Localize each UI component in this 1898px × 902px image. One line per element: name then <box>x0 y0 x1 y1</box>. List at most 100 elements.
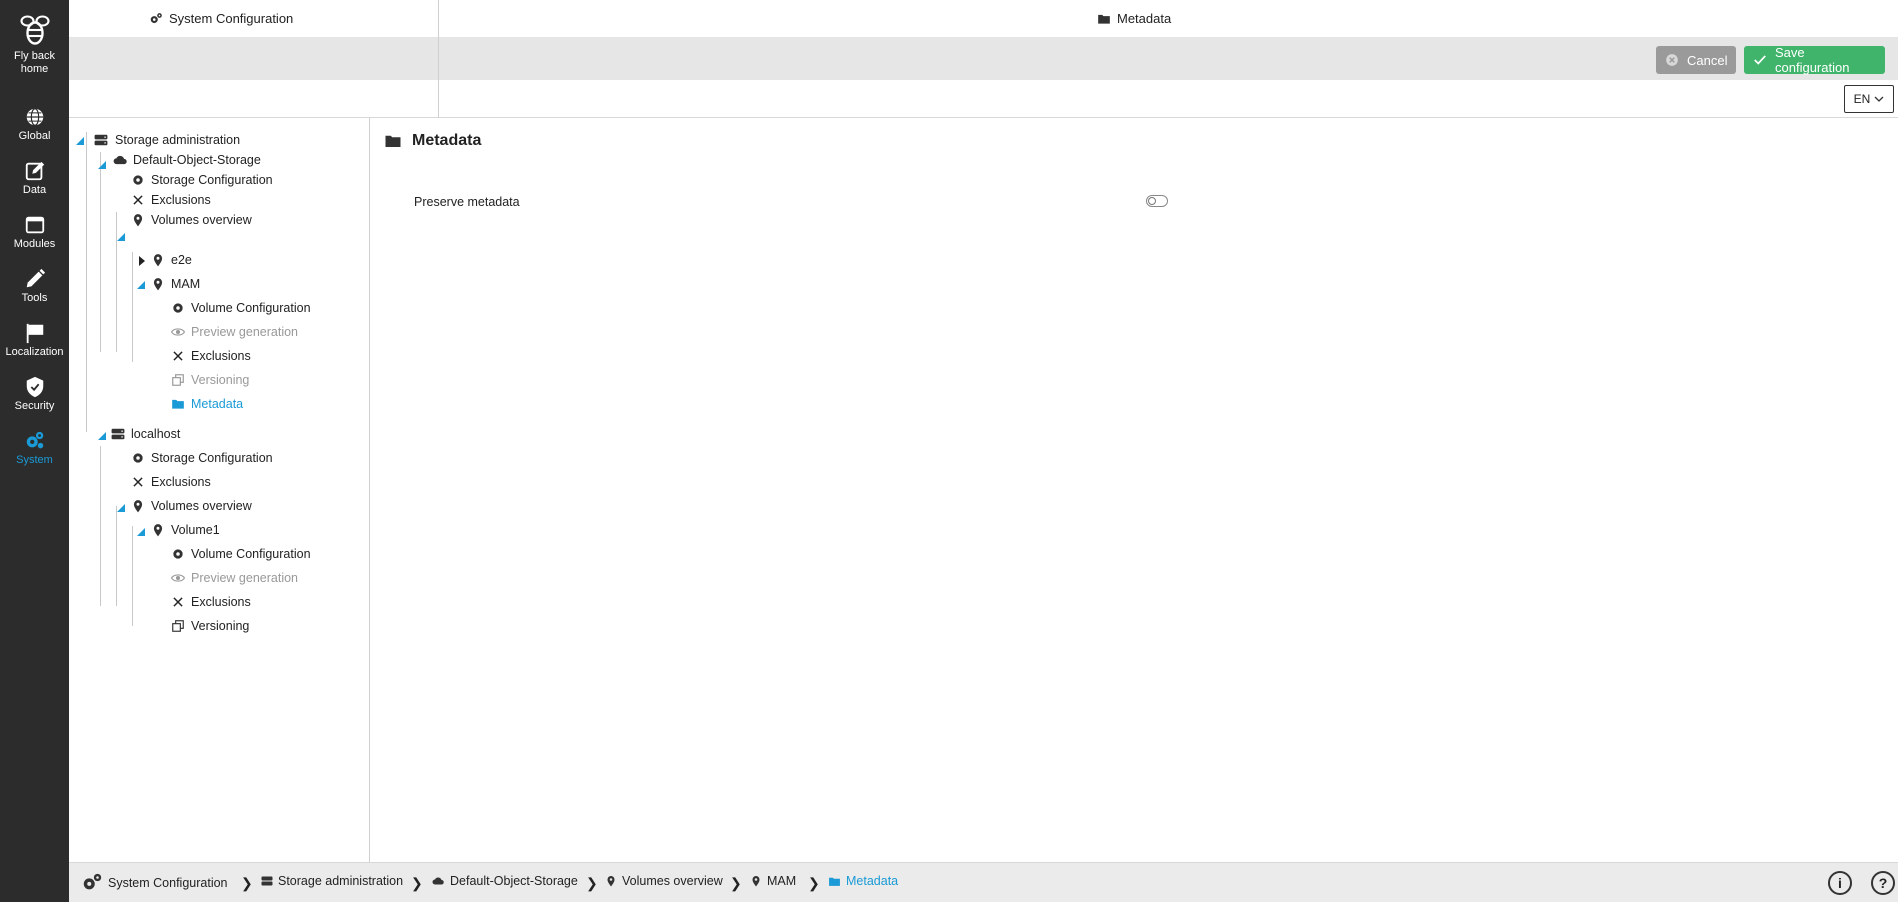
top-bar: System Configuration Metadata <box>69 0 1898 38</box>
preserve-metadata-toggle[interactable] <box>1146 195 1168 207</box>
tree-node-volume-configuration[interactable]: Volume Configuration <box>171 298 311 318</box>
tree-node-preview-generation[interactable]: Preview generation <box>171 568 298 588</box>
tree-node-default-object-storage[interactable]: Default-Object-Storage <box>113 150 261 170</box>
tree-node-volume1[interactable]: Volume1 <box>151 520 220 540</box>
cancel-button[interactable]: Cancel <box>1656 46 1736 74</box>
nav-label: Global <box>18 130 51 142</box>
cancel-button-label: Cancel <box>1687 52 1728 68</box>
language-select[interactable]: EN <box>1844 85 1894 113</box>
tree-collapse-toggle[interactable] <box>136 280 146 290</box>
chevron-right-icon: ❯ <box>586 875 598 891</box>
edit-square-icon <box>25 161 44 181</box>
cloud-icon <box>113 155 127 165</box>
tree-node-storage-configuration[interactable]: Storage Configuration <box>131 170 273 190</box>
map-pin-icon <box>133 214 143 227</box>
map-pin-icon <box>153 524 163 537</box>
tree-node-volumes-overview[interactable]: Volumes overview <box>131 210 252 230</box>
tree-node-label: Volumes overview <box>151 213 252 227</box>
content-panel: Metadata Preserve metadata <box>370 118 1898 862</box>
tree-node-e2e[interactable]: e2e <box>151 250 192 270</box>
nav-item-data[interactable]: Data <box>0 160 69 196</box>
breadcrumb-item-storage-administration[interactable]: Storage administration <box>261 874 403 888</box>
tree-node-localhost[interactable]: localhost <box>111 424 180 444</box>
tree-node-label: localhost <box>131 427 181 441</box>
breadcrumb-label: Metadata <box>846 874 899 888</box>
nav-label: Tools <box>21 292 48 304</box>
save-configuration-button[interactable]: Save configuration <box>1744 45 1885 75</box>
tree-collapse-toggle[interactable] <box>136 527 146 537</box>
pencil-icon <box>26 268 45 288</box>
tree-node-exclusions[interactable]: Exclusions <box>131 190 211 210</box>
preserve-metadata-label: Preserve metadata <box>414 195 520 209</box>
copy-icon <box>172 620 184 632</box>
info-icon[interactable]: i <box>1828 871 1852 895</box>
gears-icon <box>83 873 102 890</box>
nav-item-security[interactable]: Security <box>0 376 69 412</box>
tree-node-label: Volume Configuration <box>191 301 311 315</box>
close-circle-icon <box>1666 54 1678 66</box>
tree-node-label: Storage Configuration <box>151 451 273 465</box>
gears-icon <box>26 431 43 449</box>
tree-node-volume-configuration[interactable]: Volume Configuration <box>171 544 311 564</box>
page-title-text: Metadata <box>412 132 482 149</box>
nav-item-system[interactable]: System <box>0 430 69 466</box>
action-toolbar <box>69 38 1898 80</box>
tree-guide <box>116 506 117 606</box>
breadcrumb-item-system-configuration[interactable]: System Configuration <box>81 872 228 894</box>
breadcrumb-item-mam[interactable]: MAM <box>750 874 796 888</box>
tree-node-label: Exclusions <box>151 475 211 489</box>
nav-label: Security <box>14 400 55 412</box>
tree-node-mam[interactable]: MAM <box>151 274 200 294</box>
tree-node-metadata[interactable]: Metadata <box>171 394 243 414</box>
tree-node-label: Versioning <box>191 619 250 633</box>
folder-icon <box>829 877 840 886</box>
breadcrumb-item-volumes-overview[interactable]: Volumes overview <box>605 874 723 888</box>
language-value: EN <box>1853 92 1871 106</box>
globe-icon <box>26 108 43 126</box>
tree-guide <box>132 526 133 626</box>
tree-node-label: Volume Configuration <box>191 547 311 561</box>
nav-item-home[interactable]: Fly back home <box>0 12 69 76</box>
right-panel-title: Metadata <box>1097 11 1171 26</box>
tree-node-volumes-overview[interactable]: Volumes overview <box>131 496 252 516</box>
tree-node-storage-administration[interactable]: Storage administration <box>93 130 240 150</box>
nav-item-modules[interactable]: Modules <box>0 214 69 250</box>
navigation-tree: Storage administration Default-Object-St… <box>69 118 370 862</box>
tree-node-versioning[interactable]: Versioning <box>171 370 249 390</box>
tree-guide <box>100 446 101 606</box>
nav-item-tools[interactable]: Tools <box>0 268 69 304</box>
tree-node-label: Exclusions <box>151 193 211 207</box>
tree-expand-toggle[interactable] <box>137 256 147 266</box>
help-icon[interactable]: ? <box>1871 871 1895 895</box>
close-icon <box>173 597 183 607</box>
gears-icon <box>150 12 162 23</box>
tree-guide <box>86 132 87 432</box>
save-button-label: Save configuration <box>1775 45 1850 75</box>
folder-icon <box>172 399 184 409</box>
tree-collapse-toggle[interactable] <box>75 136 85 146</box>
breadcrumb-label: Volumes overview <box>622 874 723 888</box>
tree-node-versioning[interactable]: Versioning <box>171 616 249 636</box>
left-navigation: Fly back home Global Data Modules Tools <box>0 0 69 902</box>
tree-node-label: Preview generation <box>191 571 299 585</box>
tree-node-exclusions[interactable]: Exclusions <box>131 472 211 492</box>
tree-node-storage-configuration[interactable]: Storage Configuration <box>131 448 273 468</box>
nav-item-localization[interactable]: Localization <box>0 322 69 358</box>
tree-node-preview-generation[interactable]: Preview generation <box>171 322 298 342</box>
tree-collapse-toggle[interactable] <box>97 160 107 170</box>
tree-collapse-toggle[interactable] <box>116 503 126 513</box>
map-pin-icon <box>607 876 615 887</box>
cloud-icon <box>432 877 444 885</box>
breadcrumb-item-default-object-storage[interactable]: Default-Object-Storage <box>431 874 578 888</box>
tree-node-label: Storage Configuration <box>151 173 273 187</box>
shield-icon <box>26 376 43 398</box>
chevron-right-icon: ❯ <box>730 875 742 891</box>
nav-item-global[interactable]: Global <box>0 106 69 142</box>
tree-collapse-toggle[interactable] <box>116 232 126 242</box>
folder-icon <box>1098 14 1110 24</box>
breadcrumb-item-metadata[interactable]: Metadata <box>828 874 898 888</box>
tree-collapse-toggle[interactable] <box>97 431 107 441</box>
page-title: Metadata <box>384 132 481 150</box>
tree-node-exclusions[interactable]: Exclusions <box>171 346 251 366</box>
tree-node-exclusions[interactable]: Exclusions <box>171 592 251 612</box>
